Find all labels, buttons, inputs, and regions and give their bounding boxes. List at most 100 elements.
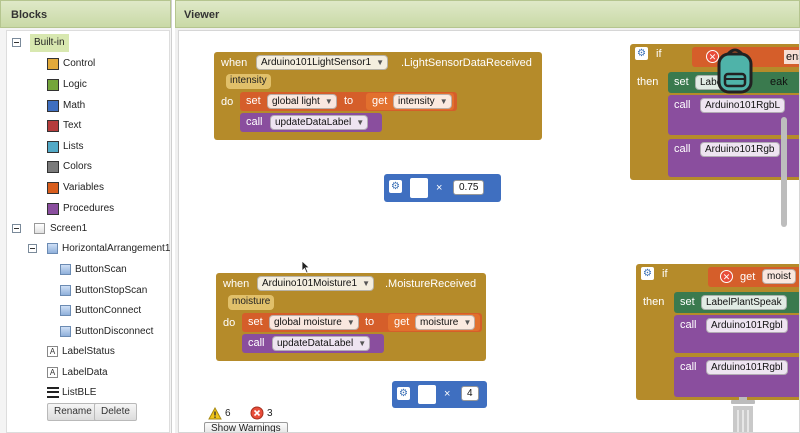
- condition-block[interactable]: ✕ get moist: [708, 267, 799, 287]
- list-component-label: ListBLE: [62, 387, 97, 398]
- component-field[interactable]: LabelPlantSpeak: [701, 295, 787, 310]
- component-dropdown[interactable]: Arduino101Moisture1 ▼: [257, 276, 375, 291]
- set-variable-block[interactable]: set global moisture ▼ to get moisture ▼: [242, 313, 482, 332]
- trash-icon[interactable]: [728, 396, 758, 432]
- procedure-dropdown[interactable]: updateDataLabel ▼: [270, 115, 369, 130]
- viewer-panel: Viewer when Arduino101LightSensor1 ▼ .Lig…: [175, 0, 800, 433]
- get-keyword: get: [394, 316, 410, 328]
- label-component-label: LabelStatus: [62, 346, 115, 357]
- workspace-scrollbar[interactable]: [781, 117, 787, 227]
- tree-item-button[interactable]: ButtonDisconnect: [60, 323, 160, 341]
- to-keyword: to: [365, 316, 375, 328]
- category-variables[interactable]: Variables: [47, 179, 157, 197]
- error-icon[interactable]: ✕: [720, 270, 733, 283]
- number-field[interactable]: 0.75: [453, 180, 485, 195]
- if-block-bottom-right[interactable]: ⚙ if ✕ get moist then set LabelPlantSpea…: [636, 264, 799, 400]
- tree-item-button[interactable]: ButtonScan: [60, 261, 160, 279]
- set-variable-block[interactable]: set global light ▼ to get intensity ▼: [240, 92, 457, 111]
- call-procedure-block[interactable]: call updateDataLabel ▼: [240, 113, 382, 132]
- event-parameter[interactable]: intensity: [226, 74, 271, 89]
- cursor-icon: [301, 260, 311, 277]
- category-logic[interactable]: Logic: [47, 76, 157, 94]
- category-control[interactable]: Control: [47, 55, 157, 73]
- text-color-icon: [47, 120, 59, 132]
- tree-item-label[interactable]: A LabelData: [47, 364, 157, 382]
- delete-button[interactable]: Delete: [94, 403, 137, 421]
- variable-dropdown[interactable]: global moisture ▼: [269, 315, 359, 330]
- tree-item-list[interactable]: ListBLE: [47, 384, 157, 402]
- call-keyword: call: [248, 337, 265, 349]
- get-variable-block[interactable]: get intensity ▼: [366, 93, 454, 110]
- component-dropdown[interactable]: Arduino101LightSensor1 ▼: [256, 55, 389, 70]
- tree-item-button[interactable]: ButtonStopScan: [60, 282, 160, 300]
- arrangement-label: HorizontalArrangement1: [62, 243, 171, 254]
- collapse-icon[interactable]: [12, 38, 21, 47]
- category-label: Logic: [63, 79, 87, 90]
- number-field[interactable]: 4: [461, 386, 479, 401]
- get-variable-field[interactable]: moist: [762, 269, 796, 284]
- procedure-dropdown[interactable]: updateDataLabel ▼: [272, 336, 371, 351]
- event-parameter[interactable]: moisture: [228, 295, 275, 310]
- tree-item-arrangement[interactable]: HorizontalArrangement1: [25, 240, 171, 258]
- logic-color-icon: [47, 79, 59, 91]
- category-lists[interactable]: Lists: [47, 138, 157, 156]
- variable-dropdown[interactable]: global light ▼: [267, 94, 337, 109]
- tree-item-button[interactable]: ButtonConnect: [60, 302, 160, 320]
- when-keyword: when: [223, 278, 250, 290]
- viewer-panel-title: Viewer: [175, 0, 800, 28]
- method-field[interactable]: Arduino101Rgb: [700, 142, 780, 157]
- condition-fragment: ensit: [784, 50, 799, 64]
- method-field[interactable]: Arduino101Rgbl: [706, 318, 788, 333]
- get-variable-block[interactable]: get moisture ▼: [388, 314, 480, 331]
- call-method-block[interactable]: call Arduino101Rgbl: [674, 315, 799, 353]
- category-colors[interactable]: Colors: [47, 158, 157, 176]
- method-field[interactable]: Arduino101RgbL: [700, 98, 786, 113]
- call-method-block[interactable]: call Arduino101Rgbl: [674, 357, 799, 397]
- set-keyword: set: [680, 296, 695, 308]
- set-keyword: set: [248, 316, 263, 328]
- call-procedure-block[interactable]: call updateDataLabel ▼: [242, 334, 384, 353]
- gear-icon[interactable]: ⚙: [641, 267, 654, 280]
- category-label: Colors: [63, 161, 92, 172]
- tree-item-screen1[interactable]: Screen1: [10, 220, 160, 238]
- empty-socket[interactable]: [410, 178, 428, 198]
- colors-color-icon: [47, 161, 59, 173]
- gear-icon[interactable]: ⚙: [389, 180, 402, 193]
- multiply-block[interactable]: ⚙ × 0.75: [384, 174, 501, 202]
- builtin-label: Built-in: [30, 34, 69, 52]
- show-warnings-button[interactable]: Show Warnings: [204, 422, 288, 432]
- gear-icon[interactable]: ⚙: [635, 47, 648, 60]
- do-keyword: do: [221, 96, 234, 108]
- rename-button[interactable]: Rename: [47, 403, 99, 421]
- category-text[interactable]: Text: [47, 117, 157, 135]
- lists-color-icon: [47, 141, 59, 153]
- error-count: 3: [267, 408, 273, 419]
- procedures-color-icon: [47, 203, 59, 215]
- collapse-icon[interactable]: [12, 224, 21, 233]
- light-sensor-event-block[interactable]: when Arduino101LightSensor1 ▼ .LightSenso…: [214, 52, 542, 140]
- category-procedures[interactable]: Procedures: [47, 200, 157, 218]
- set-keyword: set: [246, 95, 261, 107]
- tree-item-label[interactable]: A LabelStatus: [47, 343, 157, 361]
- button-label: ButtonDisconnect: [75, 326, 154, 337]
- screen-icon: [34, 223, 45, 234]
- category-label: Control: [63, 58, 96, 69]
- gear-icon[interactable]: ⚙: [397, 387, 410, 400]
- then-keyword: then: [643, 296, 665, 308]
- method-field[interactable]: Arduino101Rgbl: [706, 360, 788, 375]
- backpack-icon[interactable]: [715, 46, 755, 94]
- empty-socket[interactable]: [418, 385, 436, 404]
- multiply-block[interactable]: ⚙ × 4: [392, 381, 487, 408]
- collapse-icon[interactable]: [28, 244, 37, 253]
- call-keyword: call: [680, 319, 697, 331]
- do-keyword: do: [223, 317, 236, 329]
- moisture-event-block[interactable]: when Arduino101Moisture1 ▼ .MoistureRecei…: [216, 273, 486, 361]
- get-variable-dropdown[interactable]: intensity ▼: [393, 94, 452, 109]
- get-variable-dropdown[interactable]: moisture ▼: [415, 315, 476, 330]
- set-property-block[interactable]: set LabelPlantSpeak: [674, 292, 799, 313]
- list-icon: [47, 387, 59, 398]
- category-label: Math: [63, 100, 86, 111]
- blocks-workspace[interactable]: when Arduino101LightSensor1 ▼ .LightSenso…: [178, 30, 800, 433]
- tree-item-builtin[interactable]: Built-in: [10, 34, 160, 52]
- category-math[interactable]: Math: [47, 97, 157, 115]
